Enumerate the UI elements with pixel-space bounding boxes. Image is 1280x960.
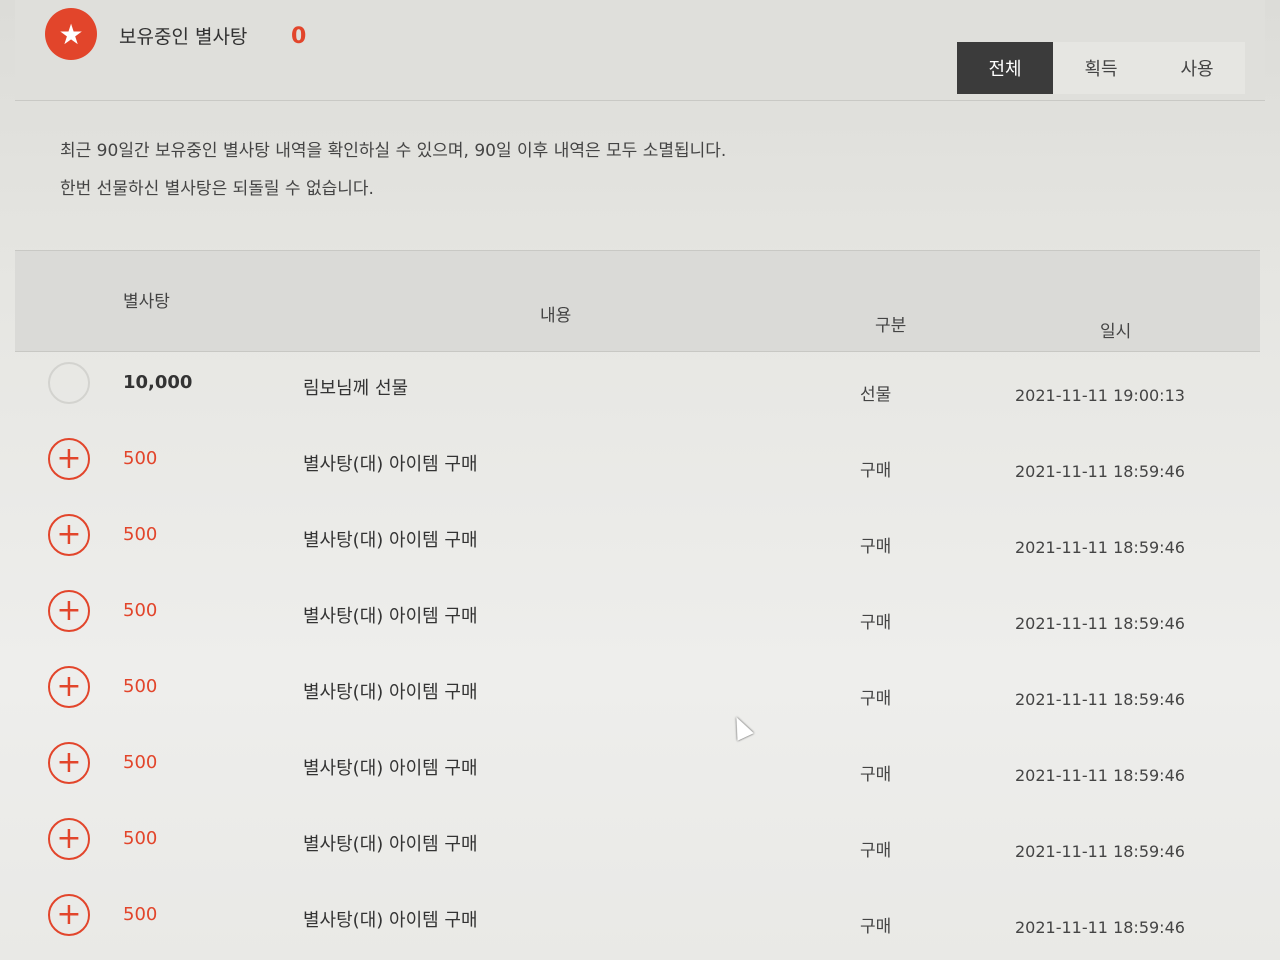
row-content: 별사탕(대) 아이템 구매 xyxy=(303,910,478,931)
row-category: 구매 xyxy=(860,613,892,633)
notice-line-1: 최근 90일간 보유중인 별사탕 내역을 확인하실 수 있으며, 90일 이후 … xyxy=(60,141,727,161)
candy-count: 0 xyxy=(291,24,307,49)
row-category: 선물 xyxy=(860,385,892,405)
table-row: +500 별사탕(대) 아이템 구매 구매 2021-11-11 18:59:46 xyxy=(15,502,1260,578)
plus-icon: + xyxy=(48,666,90,708)
row-amount: 500 xyxy=(123,828,158,849)
table-header: 별사탕 내용 구분 일시 xyxy=(15,250,1260,352)
star-icon: ★ xyxy=(45,8,97,60)
column-header-content: 내용 xyxy=(540,306,572,326)
row-datetime: 2021-11-11 18:59:46 xyxy=(1015,690,1185,709)
row-amount: 500 xyxy=(123,676,158,697)
row-datetime: 2021-11-11 18:59:46 xyxy=(1015,538,1185,557)
row-datetime: 2021-11-11 19:00:13 xyxy=(1015,386,1185,405)
row-content: 별사탕(대) 아이템 구매 xyxy=(303,606,478,627)
plus-icon: + xyxy=(48,818,90,860)
row-amount: 500 xyxy=(123,904,158,925)
row-category: 구매 xyxy=(860,841,892,861)
row-category: 구매 xyxy=(860,689,892,709)
row-category: 구매 xyxy=(860,537,892,557)
table-row: +500 별사탕(대) 아이템 구매 구매 2021-11-11 18:59:46 xyxy=(15,654,1260,730)
row-category: 구매 xyxy=(860,765,892,785)
row-datetime: 2021-11-11 18:59:46 xyxy=(1015,918,1185,937)
plus-icon: + xyxy=(48,894,90,936)
table-row: +500 별사탕(대) 아이템 구매 구매 2021-11-11 18:59:46 xyxy=(15,426,1260,502)
plus-icon: + xyxy=(48,438,90,480)
row-datetime: 2021-11-11 18:59:46 xyxy=(1015,462,1185,481)
row-category: 구매 xyxy=(860,461,892,481)
row-content: 별사탕(대) 아이템 구매 xyxy=(303,530,478,551)
row-datetime: 2021-11-11 18:59:46 xyxy=(1015,842,1185,861)
row-content: 별사탕(대) 아이템 구매 xyxy=(303,834,478,855)
table-row: 10,000 림보님께 선물 선물 2021-11-11 19:00:13 xyxy=(15,350,1260,426)
tab-used[interactable]: 사용 xyxy=(1149,42,1245,94)
row-amount: 500 xyxy=(123,448,158,469)
empty-circle-icon xyxy=(48,362,90,404)
notice-line-2: 한번 선물하신 별사탕은 되돌릴 수 없습니다. xyxy=(60,179,374,199)
notice-text: 최근 90일간 보유중인 별사탕 내역을 확인하실 수 있으며, 90일 이후 … xyxy=(60,132,726,208)
row-category: 구매 xyxy=(860,917,892,937)
plus-icon: + xyxy=(48,590,90,632)
column-header-amount: 별사탕 xyxy=(123,292,170,312)
table-row: +500 별사탕(대) 아이템 구매 구매 2021-11-11 18:59:46 xyxy=(15,806,1260,882)
row-datetime: 2021-11-11 18:59:46 xyxy=(1015,614,1185,633)
row-amount: 500 xyxy=(123,752,158,773)
tab-all[interactable]: 전체 xyxy=(957,42,1053,94)
column-header-datetime: 일시 xyxy=(1100,322,1132,342)
row-amount: 10,000 xyxy=(123,372,193,393)
plus-icon: + xyxy=(48,514,90,556)
table-row: +500 별사탕(대) 아이템 구매 구매 2021-11-11 18:59:46 xyxy=(15,882,1260,958)
row-content: 별사탕(대) 아이템 구매 xyxy=(303,454,478,475)
row-amount: 500 xyxy=(123,600,158,621)
row-amount: 500 xyxy=(123,524,158,545)
row-content: 별사탕(대) 아이템 구매 xyxy=(303,758,478,779)
row-datetime: 2021-11-11 18:59:46 xyxy=(1015,766,1185,785)
row-content: 림보님께 선물 xyxy=(303,378,409,399)
plus-icon: + xyxy=(48,742,90,784)
filter-tabs: 전체 획득 사용 xyxy=(957,42,1245,94)
table-row: +500 별사탕(대) 아이템 구매 구매 2021-11-11 18:59:46 xyxy=(15,578,1260,654)
page-header: ★ 보유중인 별사탕 0 전체 획득 사용 xyxy=(15,0,1265,101)
row-content: 별사탕(대) 아이템 구매 xyxy=(303,682,478,703)
candy-history-page: ★ 보유중인 별사탕 0 전체 획득 사용 최근 90일간 보유중인 별사탕 내… xyxy=(0,0,1280,960)
table-row: +500 별사탕(대) 아이템 구매 구매 2021-11-11 18:59:46 xyxy=(15,730,1260,806)
column-header-category: 구분 xyxy=(875,316,907,336)
page-title: 보유중인 별사탕 xyxy=(119,26,248,48)
tab-earned[interactable]: 획득 xyxy=(1053,42,1149,94)
